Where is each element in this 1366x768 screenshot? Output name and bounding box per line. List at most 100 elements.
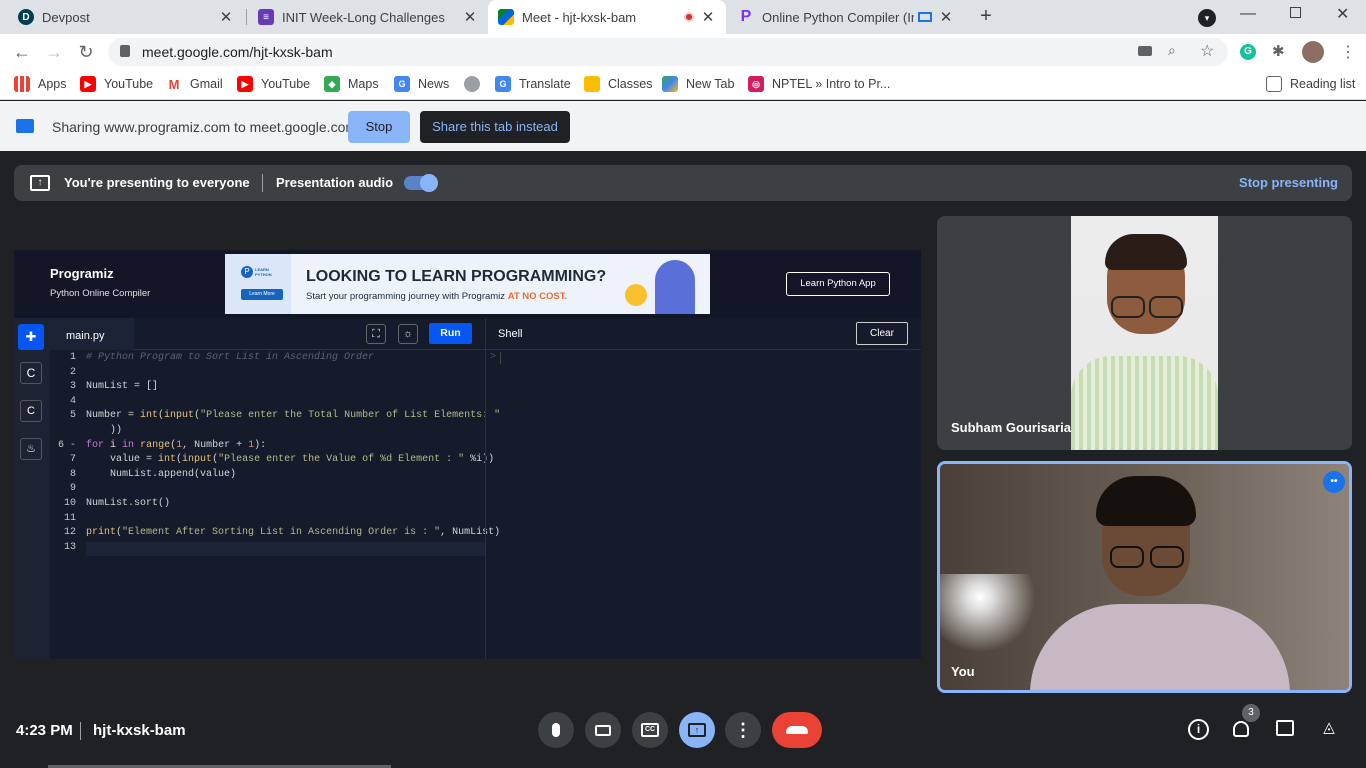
menu-icon[interactable]: ⋮ <box>1340 42 1356 62</box>
bookmark-classes[interactable]: Classes <box>584 76 652 92</box>
editor-header: main.py ⛶ ☼ Run <box>50 318 485 350</box>
reading-list-icon <box>1266 76 1282 92</box>
share-this-tab-button[interactable]: Share this tab instead <box>420 111 570 143</box>
present-now-button[interactable]: ↑ <box>679 712 715 748</box>
theme-icon[interactable]: ☼ <box>398 324 418 344</box>
bookmark-youtube[interactable]: ▶ YouTube <box>80 76 153 92</box>
bookmark-apps[interactable]: Apps <box>14 76 67 92</box>
news-icon: G <box>394 76 410 92</box>
leave-call-button[interactable] <box>772 712 822 748</box>
bookmark-label: Translate <box>519 77 571 91</box>
grammarly-icon[interactable]: G <box>1240 44 1256 60</box>
bookmark-label: Classes <box>608 77 653 91</box>
shell-output[interactable]: > <box>486 350 921 659</box>
reading-list[interactable]: Reading list <box>1266 76 1355 92</box>
close-icon[interactable]: ✕ <box>700 8 716 26</box>
file-tab-main-py[interactable]: main.py <box>50 318 134 350</box>
camera-button[interactable] <box>585 712 621 748</box>
chat-icon[interactable] <box>1276 720 1294 736</box>
maps-icon: ◆ <box>324 76 340 92</box>
present-icon: ↑ <box>30 175 50 191</box>
run-button[interactable]: Run <box>429 323 472 344</box>
activities-icon[interactable]: ◬ <box>1320 719 1338 737</box>
line-number: 4 <box>69 395 76 407</box>
zoom-icon[interactable]: ⌕ <box>1168 42 1176 59</box>
nptel-icon: ◎ <box>748 76 764 92</box>
ad-banner[interactable]: P LEARN PYTHON Learn More LOOKING TO LEA… <box>225 254 710 314</box>
close-icon[interactable]: ✕ <box>938 8 954 26</box>
ad-left-panel: P LEARN PYTHON Learn More <box>225 254 291 314</box>
ad-badge: LEARN PYTHON <box>255 267 272 277</box>
stop-presenting-button[interactable]: Stop presenting <box>1239 175 1338 190</box>
classroom-icon <box>584 76 600 92</box>
stop-sharing-button[interactable]: Stop <box>348 111 410 143</box>
logo-letter: P <box>50 266 59 281</box>
programiz-logo: Programiz <box>50 266 114 281</box>
tab-init[interactable]: ≡ INIT Week-Long Challenges ✕ <box>248 0 488 34</box>
extensions-icon[interactable]: ✱ <box>1272 42 1285 60</box>
minimize-button[interactable]: — <box>1240 5 1256 23</box>
line-number: 1 <box>69 352 76 363</box>
tab-title: Meet - hjt-kxsk-bam <box>522 9 637 25</box>
bookmark-youtube-2[interactable]: ▶ YouTube <box>237 76 310 92</box>
star-icon[interactable]: ☆ <box>1200 41 1214 61</box>
ad-learn-more-button[interactable]: Learn More <box>241 289 283 300</box>
bookmark-translate[interactable]: G Translate <box>495 76 571 92</box>
bookmark-gmail[interactable]: M Gmail <box>166 76 223 92</box>
people-icon <box>1233 721 1249 737</box>
participant-name: Subham Gourisaria <box>951 420 1071 435</box>
code-editor[interactable]: 123456 -7 8 9 10 11 12 13 # Python Program to … <box>50 350 500 659</box>
glasses-left <box>1110 546 1144 568</box>
participant-tile-you[interactable]: •• You <box>937 461 1352 693</box>
more-options-button[interactable]: ⋮ <box>725 712 761 748</box>
browser-toolbar: ← → ↻ meet.google.com/hjt-kxsk-bam ⌕ ☆ G… <box>0 34 1366 70</box>
camera-icon[interactable] <box>1138 46 1152 56</box>
bookmark-nptel[interactable]: ◎ NPTEL » Intro to Pr... <box>748 76 890 92</box>
bookmark-new-tab[interactable]: New Tab <box>662 76 734 92</box>
close-icon[interactable]: ✕ <box>462 8 478 26</box>
programiz-icon: P <box>740 8 752 25</box>
bookmark-label: YouTube <box>261 77 311 91</box>
active-line-highlight <box>86 541 486 556</box>
profile-avatar[interactable] <box>1302 41 1324 63</box>
bookmark-globe[interactable] <box>464 76 488 92</box>
address-bar[interactable]: meet.google.com/hjt-kxsk-bam ⌕ ☆ <box>108 38 1228 66</box>
microphone-button[interactable] <box>538 712 574 748</box>
shell-label: Shell <box>498 328 523 340</box>
shell-header: Shell Clear <box>486 318 921 350</box>
presentation-audio-toggle[interactable] <box>404 174 438 192</box>
captions-button[interactable]: CC <box>632 712 668 748</box>
people-button[interactable]: 3 <box>1230 704 1260 740</box>
ad-subline: Start your programming journey with Prog… <box>306 291 567 302</box>
reload-icon[interactable]: ↻ <box>74 40 98 64</box>
close-icon[interactable]: ✕ <box>218 8 234 26</box>
present-icon: ↑ <box>688 723 706 737</box>
bookmark-label: Apps <box>38 77 67 91</box>
learn-python-app-button[interactable]: Learn Python App <box>786 272 890 296</box>
shared-screen: Programiz Python Online Compiler P LEARN… <box>14 250 921 659</box>
fullscreen-icon[interactable]: ⛶ <box>366 324 386 344</box>
tab-devpost[interactable]: D Devpost ✕ <box>8 0 244 34</box>
new-tab-button[interactable]: + <box>974 5 998 29</box>
line-number: 13 <box>63 541 76 553</box>
window-close-button[interactable]: ✕ <box>1336 4 1349 24</box>
back-icon[interactable]: ← <box>10 40 34 64</box>
tab-meet[interactable]: Meet - hjt-kxsk-bam ✕ <box>488 0 726 34</box>
code-line: # Python Program to Sort List in Ascendi… <box>86 352 375 363</box>
tab-search-icon[interactable]: ▾ <box>1198 9 1216 27</box>
tab-programiz[interactable]: P Online Python Compiler (Inte ✕ <box>728 0 964 34</box>
presentation-audio-label: Presentation audio <box>276 175 394 190</box>
bookmark-label: Maps <box>348 77 379 91</box>
participant-tile-subham[interactable]: Subham Gourisaria <box>937 216 1352 450</box>
meeting-code: hjt-kxsk-bam <box>93 722 186 739</box>
python-logo-icon <box>625 284 647 306</box>
programiz-subtitle: Python Online Compiler <box>50 288 151 299</box>
restore-button[interactable] <box>1290 7 1301 18</box>
bookmark-news[interactable]: G News <box>394 76 449 92</box>
python-lang-icon[interactable]: ✚ <box>18 324 44 350</box>
clear-button[interactable]: Clear <box>856 322 908 345</box>
bookmark-maps[interactable]: ◆ Maps <box>324 76 379 92</box>
participant-video <box>1071 216 1218 450</box>
forward-icon[interactable]: → <box>42 40 66 64</box>
meeting-details-icon[interactable]: i <box>1188 719 1209 740</box>
